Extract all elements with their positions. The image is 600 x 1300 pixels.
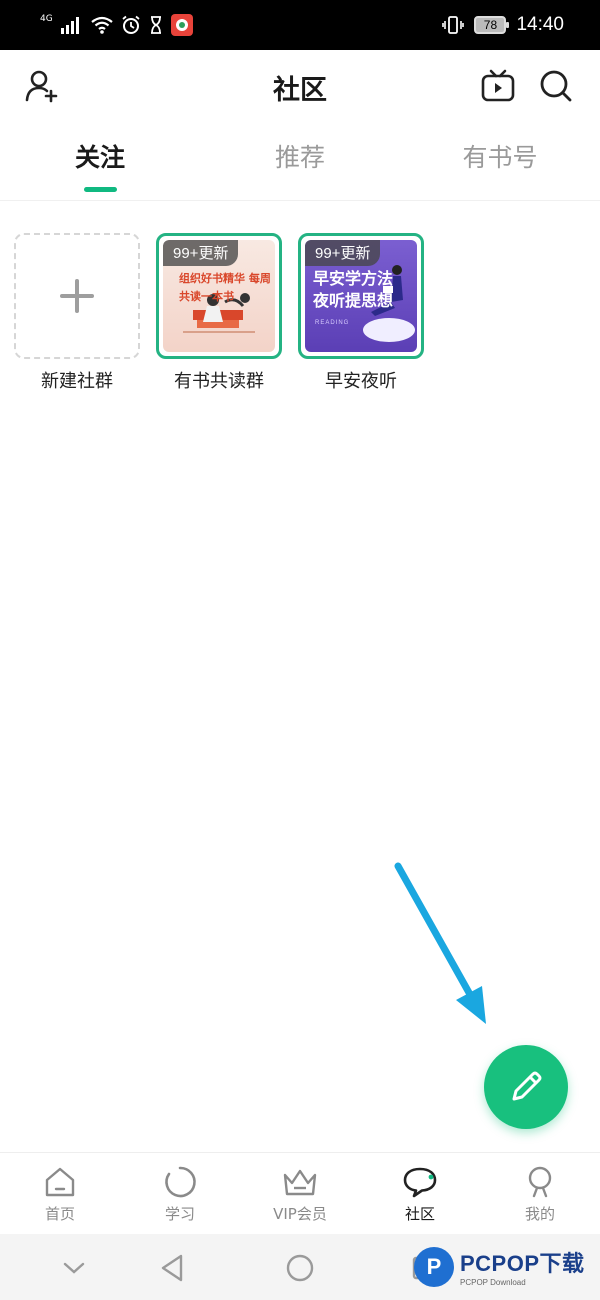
top-bar: 社区 <box>0 50 600 122</box>
new-group-item[interactable]: 新建社群 <box>14 233 140 393</box>
nav-label: 社区 <box>404 1205 435 1223</box>
group-label: 新建社群 <box>41 371 113 392</box>
tab-indicator <box>84 187 117 192</box>
nav-label: 首页 <box>44 1205 75 1223</box>
hide-nav-button[interactable] <box>54 1250 94 1286</box>
tab-bar: 关注 推荐 有书号 <box>0 130 600 198</box>
pcpop-logo: P <box>414 1246 454 1287</box>
group-cover[interactable]: 99+更新 早安学方法 夜听提思想 READING <box>298 233 424 359</box>
back-triangle-icon <box>161 1254 183 1282</box>
cover-image: 99+更新 早安学方法 夜听提思想 READING <box>305 240 417 352</box>
plus-icon <box>60 279 94 313</box>
chevron-down-icon <box>63 1262 85 1274</box>
status-bar-left: 4G <box>40 12 193 38</box>
update-badge: 99+更新 <box>163 240 239 266</box>
new-group-tile[interactable] <box>14 233 140 359</box>
group-label: 早安夜听 <box>325 371 397 392</box>
watermark: P PCPOP下载 PCPOP Download <box>414 1246 585 1287</box>
compose-post-button[interactable] <box>484 1045 568 1129</box>
divider <box>0 200 600 201</box>
bottom-nav: 首页 学习 VIP会员 社区 我的 <box>0 1152 600 1234</box>
status-bar-right: 78 14:40 <box>442 12 564 38</box>
nav-vip[interactable]: VIP会员 <box>240 1165 360 1224</box>
cover-image: 99+更新 组织好书精华 每周共读一本书 <box>163 240 275 352</box>
group-list: 新建社群 99+更新 组织好书精华 每周共读一本书 有书共读群 99+更新 早安… <box>14 233 424 393</box>
wifi-icon <box>91 16 113 34</box>
nav-label: 我的 <box>524 1205 555 1223</box>
crown-icon <box>283 1169 317 1196</box>
pencil-icon <box>512 1071 542 1101</box>
watermark-main: PCPOP下载 <box>460 1251 585 1276</box>
nav-home[interactable]: 首页 <box>0 1165 120 1224</box>
watermark-text: PCPOP下载 PCPOP Download <box>460 1246 585 1287</box>
cover-text-line-2: 夜听提思想 <box>313 291 394 310</box>
hourglass-icon <box>150 16 161 34</box>
nav-community[interactable]: 社区 <box>360 1165 480 1224</box>
study-icon <box>165 1166 196 1198</box>
update-badge: 99+更新 <box>305 240 381 266</box>
network-type: 4G <box>40 14 53 24</box>
search-button[interactable] <box>534 64 578 108</box>
tab-recommended[interactable]: 推荐 <box>200 138 400 174</box>
group-item-morning-night[interactable]: 99+更新 早安学方法 夜听提思想 READING 早安夜听 <box>298 233 424 393</box>
profile-icon <box>528 1166 552 1198</box>
group-cover[interactable]: 99+更新 组织好书精华 每周共读一本书 <box>156 233 282 359</box>
pointer-arrow <box>394 862 486 1024</box>
nav-label: 学习 <box>164 1205 195 1223</box>
nav-profile[interactable]: 我的 <box>480 1165 600 1224</box>
home-icon <box>45 1167 75 1197</box>
app-notification-icon <box>170 14 193 36</box>
signal-icon <box>60 17 79 34</box>
alarm-icon <box>122 15 140 34</box>
home-button[interactable] <box>280 1250 320 1286</box>
battery-indicator: 78 <box>474 16 510 34</box>
watermark-sub: PCPOP Download <box>460 1278 526 1287</box>
tab-following[interactable]: 关注 <box>0 138 200 174</box>
nav-label: VIP会员 <box>273 1205 327 1223</box>
back-button[interactable] <box>152 1250 192 1286</box>
group-label: 有书共读群 <box>174 371 264 392</box>
vibrate-icon <box>442 16 465 34</box>
tab-youshu-accounts[interactable]: 有书号 <box>400 138 600 174</box>
status-bar: 4G 78 14:40 <box>0 0 600 50</box>
chat-bubble-icon <box>403 1167 437 1198</box>
cover-text-line-1: 早安学方法 <box>313 269 394 288</box>
tv-play-icon <box>481 69 515 102</box>
search-icon <box>540 70 572 102</box>
group-item-youshu-reading[interactable]: 99+更新 组织好书精华 每周共读一本书 有书共读群 <box>156 233 282 393</box>
nav-study[interactable]: 学习 <box>120 1165 240 1224</box>
cover-text: 组织好书精华 每周共读一本书 <box>179 272 271 303</box>
clock: 14:40 <box>516 14 564 35</box>
cover-text: 早安学方法 夜听提思想 <box>313 268 393 312</box>
home-circle-icon <box>286 1254 314 1282</box>
live-tv-button[interactable] <box>476 64 520 108</box>
